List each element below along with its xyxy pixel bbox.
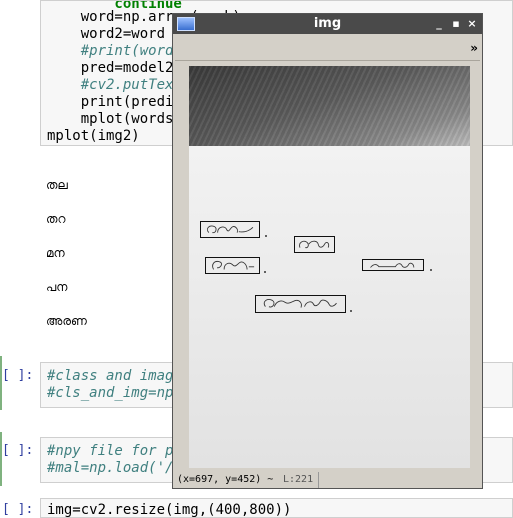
output-line: തറ [46, 212, 66, 226]
word-bounding-box [200, 221, 260, 238]
output-line: പന [46, 280, 68, 294]
code-cell[interactable]: img=cv2.resize(img,(400,800)) [40, 498, 513, 518]
word-bounding-box [205, 257, 260, 274]
cell-prompt: [ ]: [2, 502, 34, 517]
code-line: mplot(img2) [47, 128, 140, 144]
window-toolbar: » [175, 38, 480, 61]
cursor-coordinates: (x=697, y=452) ~ [177, 474, 274, 485]
minimize-icon[interactable]: _ [432, 16, 446, 32]
window-statusbar: (x=697, y=452) ~ L:221 [175, 472, 480, 488]
word-bounding-box [362, 259, 424, 271]
punctuation-dot [350, 310, 352, 312]
punctuation-dot [430, 269, 432, 271]
cell-selection-bar [0, 432, 2, 486]
statusbar-divider [318, 472, 319, 488]
word-bounding-box [255, 295, 346, 313]
cell-prompt: [ ]: [2, 443, 34, 458]
code-line: img=cv2.resize(img,(400,800)) [47, 502, 292, 518]
output-line: അരണ [46, 314, 87, 328]
output-line: തല [46, 178, 68, 192]
window-titlebar[interactable]: img _ ▪ × [173, 14, 482, 34]
displayed-image[interactable] [189, 66, 470, 468]
code-line: #class and images [47, 368, 191, 384]
cell-prompt: [ ]: [2, 368, 34, 383]
cell-selection-bar [0, 356, 2, 410]
word-bounding-box [294, 236, 335, 253]
maximize-icon[interactable]: ▪ [449, 16, 463, 32]
toolbar-overflow-icon[interactable]: » [470, 41, 478, 55]
image-canvas-area[interactable] [175, 62, 480, 472]
code-line: word2=word [47, 26, 166, 42]
image-dark-region [189, 66, 470, 146]
punctuation-dot [264, 271, 266, 273]
pixel-value: L:221 [283, 474, 314, 485]
close-icon[interactable]: × [465, 16, 479, 32]
output-line: മന [46, 246, 65, 260]
image-window[interactable]: img _ ▪ × » (x=697, y=452) ~ L:221 [172, 13, 483, 489]
punctuation-dot [265, 235, 267, 237]
